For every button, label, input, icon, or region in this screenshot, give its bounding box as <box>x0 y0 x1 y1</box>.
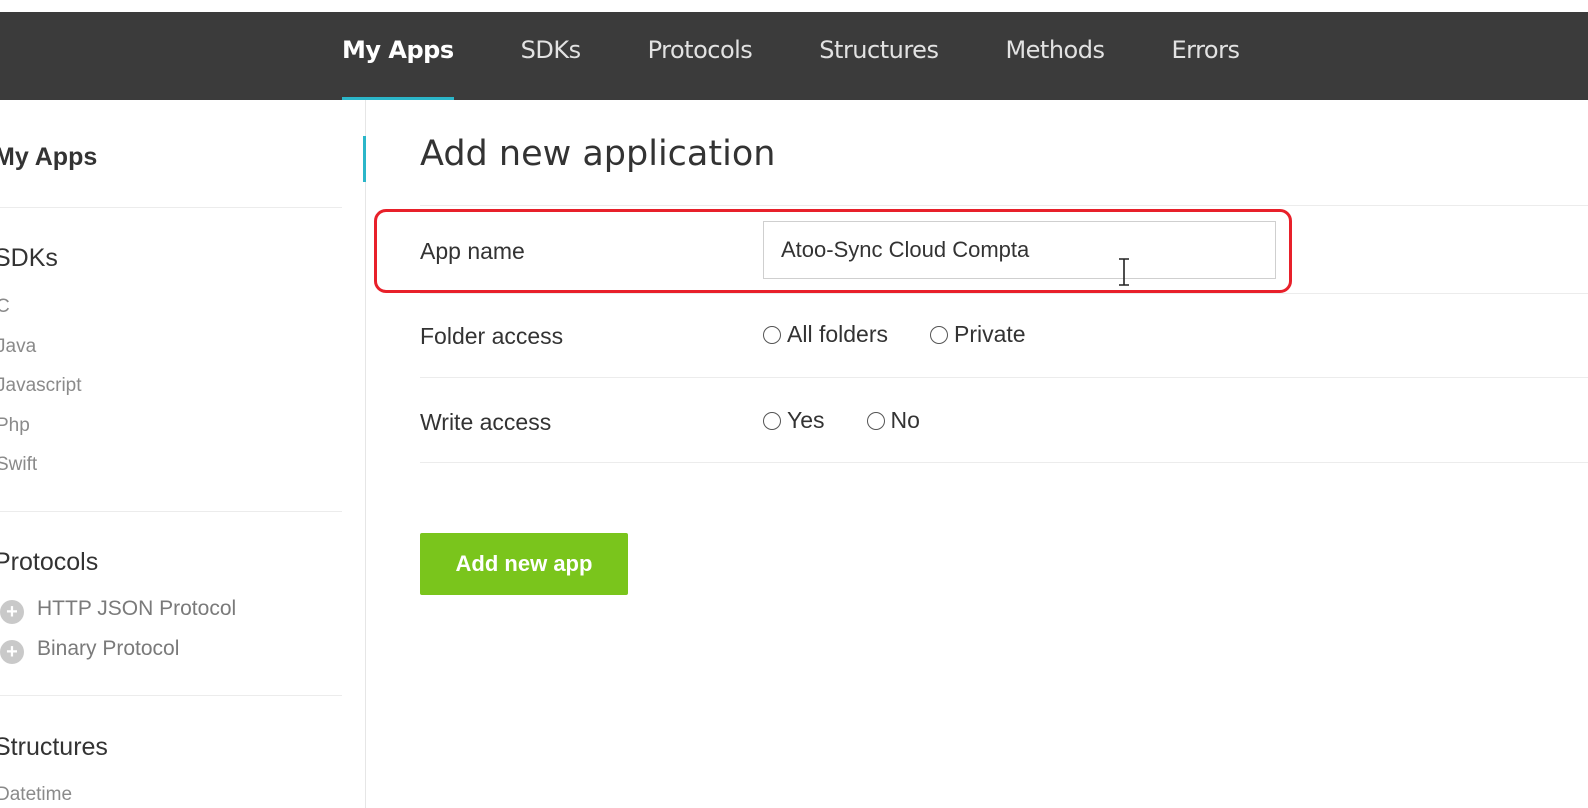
top-nav: My Apps SDKs Protocols Structures Method… <box>342 12 1306 100</box>
radio-circle-icon[interactable] <box>929 325 948 344</box>
row-divider <box>420 293 1588 294</box>
sidebar-item-my-apps[interactable]: My Apps <box>0 143 97 172</box>
sidebar-separator <box>0 207 342 208</box>
top-navbar: My Apps SDKs Protocols Structures Method… <box>0 12 1588 100</box>
sidebar-active-indicator <box>363 136 366 182</box>
nav-errors[interactable]: Errors <box>1171 12 1240 100</box>
radio-private[interactable]: Private <box>929 321 1026 348</box>
radio-circle-icon[interactable] <box>866 411 885 430</box>
folder-access-radio-group: All folders Private <box>763 321 1068 348</box>
sidebar-item-datetime[interactable]: Datetime <box>0 784 72 806</box>
radio-label: All folders <box>787 321 888 347</box>
highlight-box <box>374 209 1292 293</box>
sidebar-item-c[interactable]: C <box>0 296 10 318</box>
radio-circle-icon[interactable] <box>763 325 781 344</box>
sidebar-divider <box>365 100 366 808</box>
nav-methods[interactable]: Methods <box>1005 12 1105 100</box>
sidebar-section-structures[interactable]: Structures <box>0 733 108 762</box>
add-new-app-button[interactable]: Add new app <box>420 533 628 595</box>
row-divider <box>420 377 1588 378</box>
sidebar-item-binary-protocol[interactable]: + Binary Protocol <box>0 637 179 664</box>
sidebar-section-protocols[interactable]: Protocols <box>0 548 98 577</box>
sidebar-item-swift[interactable]: Swift <box>0 454 37 476</box>
radio-label: Yes <box>787 407 825 433</box>
radio-all-folders[interactable]: All folders <box>763 321 888 348</box>
nav-structures[interactable]: Structures <box>819 12 939 100</box>
sidebar-item-javascript[interactable]: Javascript <box>0 375 82 397</box>
write-access-label: Write access <box>420 409 552 435</box>
radio-no[interactable]: No <box>866 407 920 434</box>
expand-plus-icon[interactable]: + <box>0 640 24 664</box>
radio-yes[interactable]: Yes <box>763 407 825 434</box>
expand-plus-icon[interactable]: + <box>0 600 24 624</box>
page-title: Add new application <box>420 134 776 174</box>
row-divider <box>420 462 1588 463</box>
write-access-radio-group: Yes No <box>763 407 962 434</box>
sidebar-item-label: Binary Protocol <box>37 637 180 660</box>
row-divider <box>420 205 1588 206</box>
sidebar-item-http-json-protocol[interactable]: + HTTP JSON Protocol <box>0 597 236 624</box>
radio-label: No <box>890 407 920 433</box>
radio-circle-icon[interactable] <box>763 411 781 430</box>
nav-my-apps[interactable]: My Apps <box>342 12 454 100</box>
sidebar-separator <box>0 695 342 696</box>
sidebar-section-sdks[interactable]: SDKs <box>0 244 58 273</box>
sidebar-item-php[interactable]: Php <box>0 415 30 437</box>
sidebar-item-label: HTTP JSON Protocol <box>37 597 237 620</box>
radio-label: Private <box>953 321 1026 347</box>
sidebar: My Apps SDKs C Java Javascript Php Swift… <box>0 100 366 808</box>
folder-access-label: Folder access <box>420 323 564 349</box>
nav-protocols[interactable]: Protocols <box>648 12 753 100</box>
nav-sdks[interactable]: SDKs <box>521 12 581 100</box>
sidebar-separator <box>0 511 342 512</box>
sidebar-item-java[interactable]: Java <box>0 336 36 358</box>
